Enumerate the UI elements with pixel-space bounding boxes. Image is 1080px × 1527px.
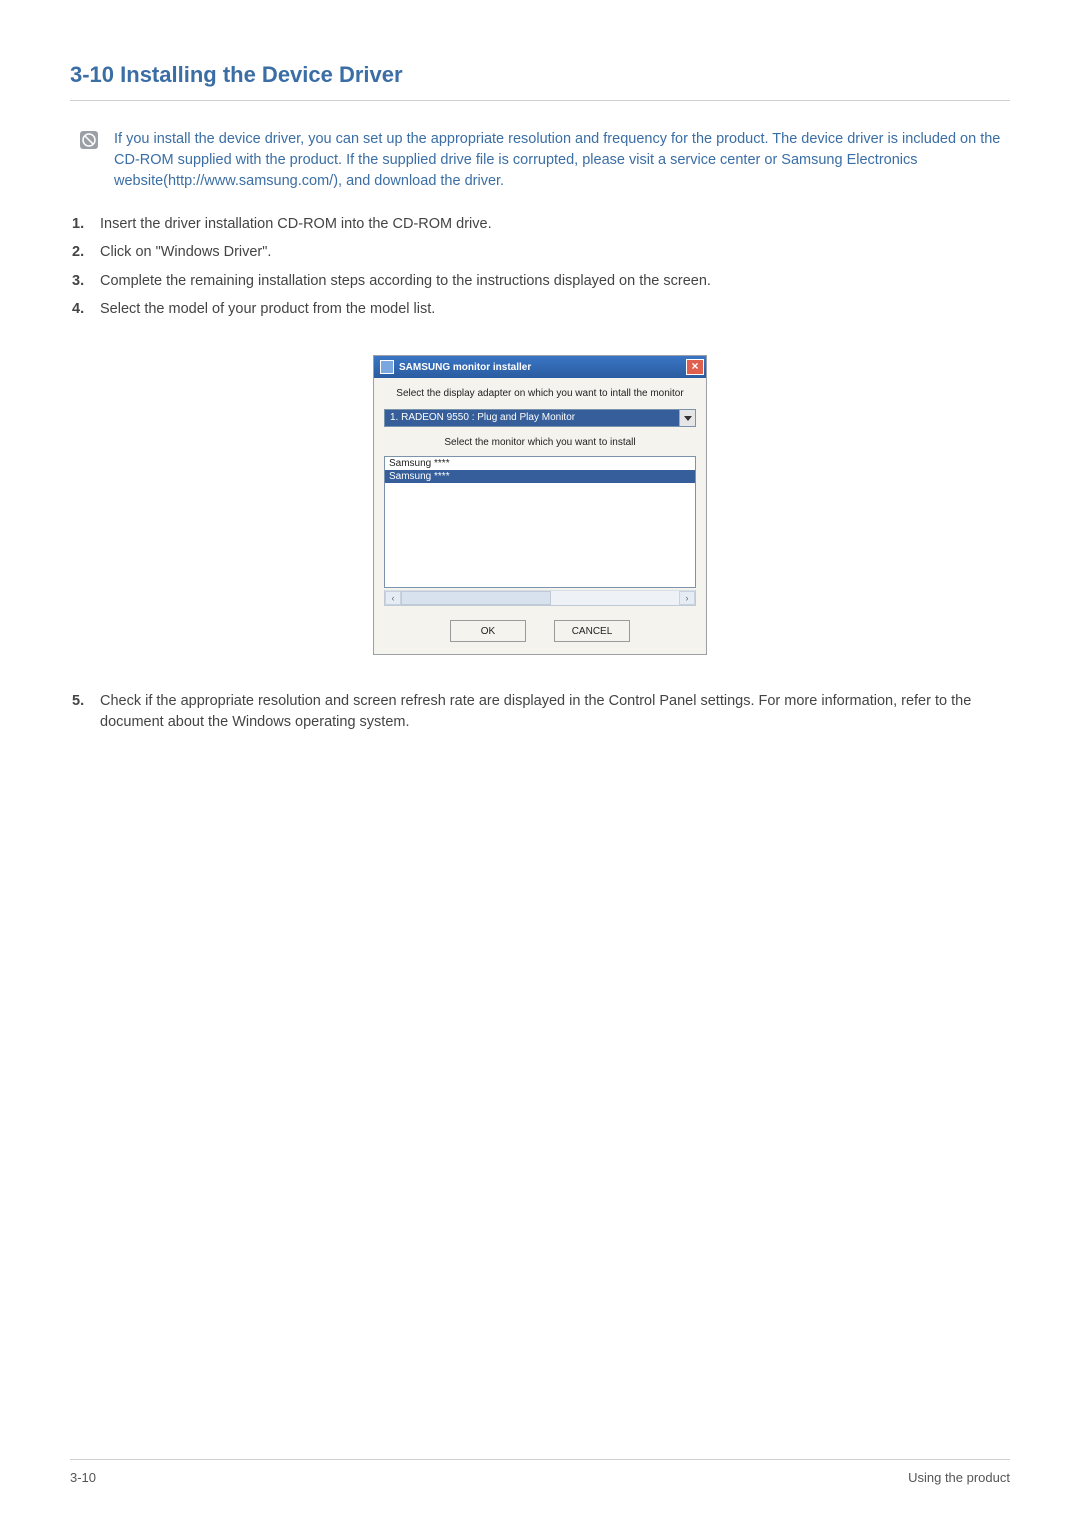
section-heading: 3-10 Installing the Device Driver: [70, 62, 1010, 101]
dialog-titlebar[interactable]: SAMSUNG monitor installer ×: [374, 356, 706, 378]
installer-dialog: SAMSUNG monitor installer × Select the d…: [373, 355, 707, 655]
step-text: Check if the appropriate resolution and …: [100, 691, 1010, 732]
steps-list-continued: 5. Check if the appropriate resolution a…: [72, 691, 1010, 732]
step-number: 5.: [72, 691, 90, 732]
cancel-button[interactable]: CANCEL: [554, 620, 630, 642]
note-block: If you install the device driver, you ca…: [80, 129, 1010, 192]
step-text: Click on "Windows Driver".: [100, 242, 271, 262]
step-item: 3. Complete the remaining installation s…: [72, 271, 1010, 291]
step-item: 2. Click on "Windows Driver".: [72, 242, 1010, 262]
horizontal-scrollbar[interactable]: ‹ ›: [384, 590, 696, 606]
chevron-down-icon[interactable]: [679, 410, 695, 426]
page-footer: 3-10 Using the product: [70, 1459, 1010, 1485]
adapter-combobox[interactable]: 1. RADEON 9550 : Plug and Play Monitor: [384, 409, 696, 427]
step-text: Select the model of your product from th…: [100, 299, 435, 319]
footer-right: Using the product: [908, 1470, 1010, 1485]
step-item: 4. Select the model of your product from…: [72, 299, 1010, 319]
adapter-value: 1. RADEON 9550 : Plug and Play Monitor: [385, 410, 679, 426]
app-icon: [380, 360, 394, 374]
footer-left: 3-10: [70, 1470, 96, 1485]
step-text: Complete the remaining installation step…: [100, 271, 711, 291]
scroll-thumb[interactable]: [401, 591, 551, 605]
monitor-listbox[interactable]: Samsung **** Samsung ****: [384, 456, 696, 588]
step-item: 5. Check if the appropriate resolution a…: [72, 691, 1010, 732]
steps-list: 1. Insert the driver installation CD-ROM…: [72, 214, 1010, 319]
close-button[interactable]: ×: [686, 359, 704, 375]
scroll-track[interactable]: [551, 591, 679, 605]
list-item[interactable]: Samsung ****: [385, 457, 695, 470]
dialog-title: SAMSUNG monitor installer: [399, 362, 531, 373]
ok-button[interactable]: OK: [450, 620, 526, 642]
step-number: 4.: [72, 299, 90, 319]
info-icon: [80, 131, 98, 149]
monitor-label: Select the monitor which you want to ins…: [384, 437, 696, 448]
list-item[interactable]: Samsung ****: [385, 470, 695, 483]
step-number: 2.: [72, 242, 90, 262]
step-number: 3.: [72, 271, 90, 291]
step-item: 1. Insert the driver installation CD-ROM…: [72, 214, 1010, 234]
note-text: If you install the device driver, you ca…: [114, 129, 1010, 192]
step-text: Insert the driver installation CD-ROM in…: [100, 214, 492, 234]
adapter-label: Select the display adapter on which you …: [384, 388, 696, 399]
scroll-right-button[interactable]: ›: [679, 591, 695, 605]
step-number: 1.: [72, 214, 90, 234]
scroll-left-button[interactable]: ‹: [385, 591, 401, 605]
